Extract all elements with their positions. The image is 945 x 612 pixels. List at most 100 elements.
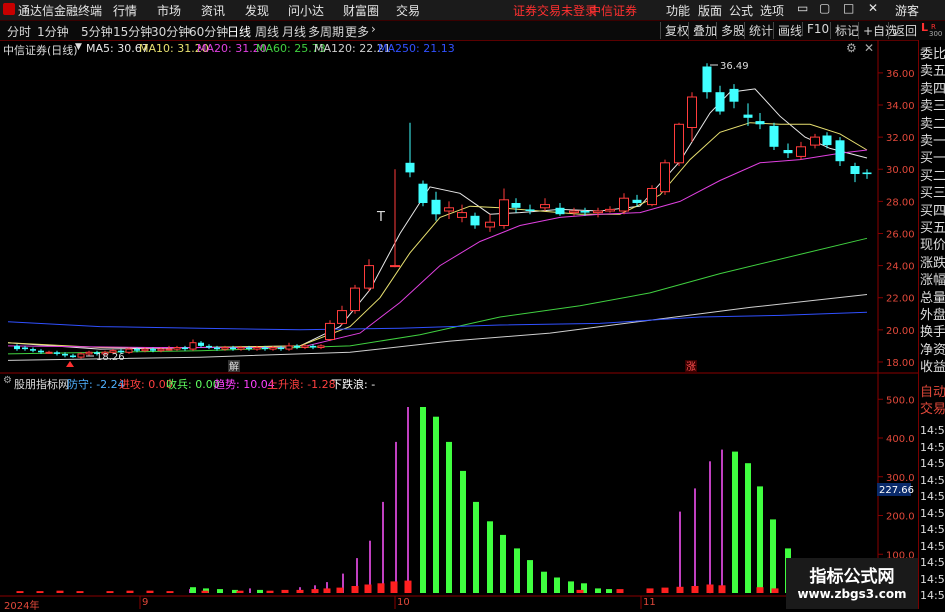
price-axis-ticks: 36.00 34.00 32.00 30.00 28.00 26.00 24.00 22.00… [878, 69, 915, 369]
side-item-7[interactable]: 买二 [920, 168, 945, 185]
candle-body [182, 347, 188, 350]
period-15min[interactable]: 15分钟 [113, 23, 152, 40]
period-weekly[interactable]: 周线 [255, 23, 279, 40]
menu-item-shichang[interactable]: 市场 [157, 2, 181, 19]
menu-item-hangqing[interactable]: 行情 [113, 2, 137, 19]
period-monthly[interactable]: 月线 [282, 23, 306, 40]
guest-user[interactable]: 游客 [895, 2, 919, 19]
candle-body [540, 204, 550, 209]
side-item-9[interactable]: 买四 [920, 203, 945, 220]
candle-body [364, 265, 374, 289]
side-item-0[interactable]: 委比 [920, 46, 945, 63]
menu-item-wenxiaoda[interactable]: 问小达 [288, 2, 324, 19]
side-item-6[interactable]: 买一 [920, 150, 945, 167]
indicator-bar-red [76, 591, 84, 593]
candle [499, 188, 509, 229]
panel-close-icon[interactable]: ✕ [864, 41, 874, 55]
minimize-icon[interactable]: ▭ [797, 1, 808, 15]
menu-item-zixun[interactable]: 资讯 [201, 2, 225, 19]
candle [783, 143, 793, 158]
side-item-5[interactable]: 卖一 [920, 133, 945, 150]
settings-gear-icon[interactable]: ⚙ [846, 41, 857, 55]
side-item-14[interactable]: 总量 [920, 290, 945, 307]
period-daily-active[interactable]: 日线 [227, 23, 251, 40]
indicator-bar-green [568, 581, 574, 593]
side-item-13[interactable]: 涨幅 [920, 272, 945, 289]
period-more[interactable]: 更多 [345, 23, 369, 40]
indicator-bar-purple [395, 441, 397, 593]
side-item-11[interactable]: 现价 [920, 237, 945, 254]
side-bottom-item-0[interactable]: 自动 [920, 384, 945, 401]
period-multi[interactable]: 多周期 [308, 23, 344, 40]
period-30min[interactable]: 30分钟 [151, 23, 190, 40]
restore-icon[interactable]: ▢ [819, 1, 830, 15]
legend-toggle-icon[interactable]: ▼ [75, 42, 82, 52]
period-5min[interactable]: 5分钟 [81, 23, 113, 40]
moving-average-lines [7, 88, 868, 361]
period-toolbar: 分时 1分钟 5分钟 15分钟 30分钟 60分钟 日线 周线 月线 多周期 更… [0, 21, 945, 41]
side-time-3: 14:56 [920, 473, 945, 487]
candle [45, 350, 53, 354]
side-item-4[interactable]: 卖二 [920, 116, 945, 133]
side-item-16[interactable]: 换手 [920, 324, 945, 341]
stock-title[interactable]: 中信证券(日线) [3, 42, 78, 58]
menu-item-caifuquan[interactable]: 财富圈 [343, 2, 379, 19]
price-tick-label: 22.00 [886, 294, 915, 305]
dropdown-arrow-icon[interactable]: › [371, 22, 376, 36]
side-time-1: 14:56 [920, 440, 945, 454]
price-tick-label: 32.00 [886, 133, 915, 144]
side-item-17[interactable]: 净资 [920, 342, 945, 359]
indicator-bar-purple [694, 488, 696, 593]
period-fenshi[interactable]: 分时 [7, 23, 31, 40]
side-item-2[interactable]: 卖四 [920, 81, 945, 98]
menu-item-banmian[interactable]: 版面 [698, 2, 722, 19]
candle [431, 191, 441, 221]
side-item-1[interactable]: 卖五 [920, 63, 945, 80]
period-60min[interactable]: 60分钟 [189, 23, 228, 40]
menu-item-faxian[interactable]: 发现 [245, 2, 269, 19]
period-1min[interactable]: 1分钟 [37, 23, 69, 40]
close-icon[interactable]: ✕ [868, 1, 878, 15]
indicator-bar-green [554, 577, 560, 593]
login-status[interactable]: 证券交易未登录 [513, 2, 597, 19]
kline-chart[interactable]: 36.00 34.00 32.00 30.00 28.00 26.00 24.00 22.00… [0, 40, 918, 609]
indicator-gear-icon[interactable]: ⚙ [3, 375, 12, 386]
indicator-bar-red [718, 585, 726, 594]
indicator-title[interactable]: 股朋指标网 [14, 376, 69, 392]
menu-item-gongneng[interactable]: 功能 [666, 2, 690, 19]
candle-body [206, 345, 212, 348]
ma-line-ma250 [7, 311, 868, 331]
side-time-4: 14:56 [920, 490, 945, 503]
candle [525, 204, 535, 215]
indicator-bar-green [473, 501, 479, 593]
side-item-8[interactable]: 买三 [920, 185, 945, 202]
side-item-12[interactable]: 涨跌 [920, 255, 945, 272]
f10-button[interactable]: F10 [802, 22, 833, 36]
menu-item-jiaoyi[interactable]: 交易 [396, 2, 420, 19]
side-item-3[interactable]: 卖三 [920, 98, 945, 115]
l2-badge-number: 300 [929, 30, 943, 38]
indicator-fangshou: 防守: -2.24 [67, 378, 125, 391]
indicator-bar-green [446, 441, 452, 593]
menu-item-gongshi[interactable]: 公式 [729, 2, 753, 19]
side-item-10[interactable]: 买五 [920, 220, 945, 237]
candle [605, 206, 615, 213]
candle-body [230, 347, 236, 350]
candle-body [30, 349, 36, 351]
candle-body [246, 347, 252, 350]
back-button[interactable]: 返回 [888, 22, 921, 39]
candle [85, 350, 93, 356]
indicator-bar-red [146, 590, 154, 593]
candle-body [85, 351, 93, 355]
candle-body [755, 121, 765, 125]
menu-item-xuanxiang[interactable]: 选项 [760, 2, 784, 19]
app-logo-icon [3, 3, 15, 15]
maximize-icon[interactable]: □ [843, 1, 854, 15]
indicator-bar-green [770, 519, 776, 593]
side-bottom-item-1[interactable]: 交易 [920, 401, 945, 418]
candle [364, 259, 374, 292]
candle-body [769, 125, 779, 147]
side-item-18[interactable]: 收益 [920, 359, 945, 376]
candle [325, 320, 335, 342]
side-item-15[interactable]: 外盘 [920, 307, 945, 324]
